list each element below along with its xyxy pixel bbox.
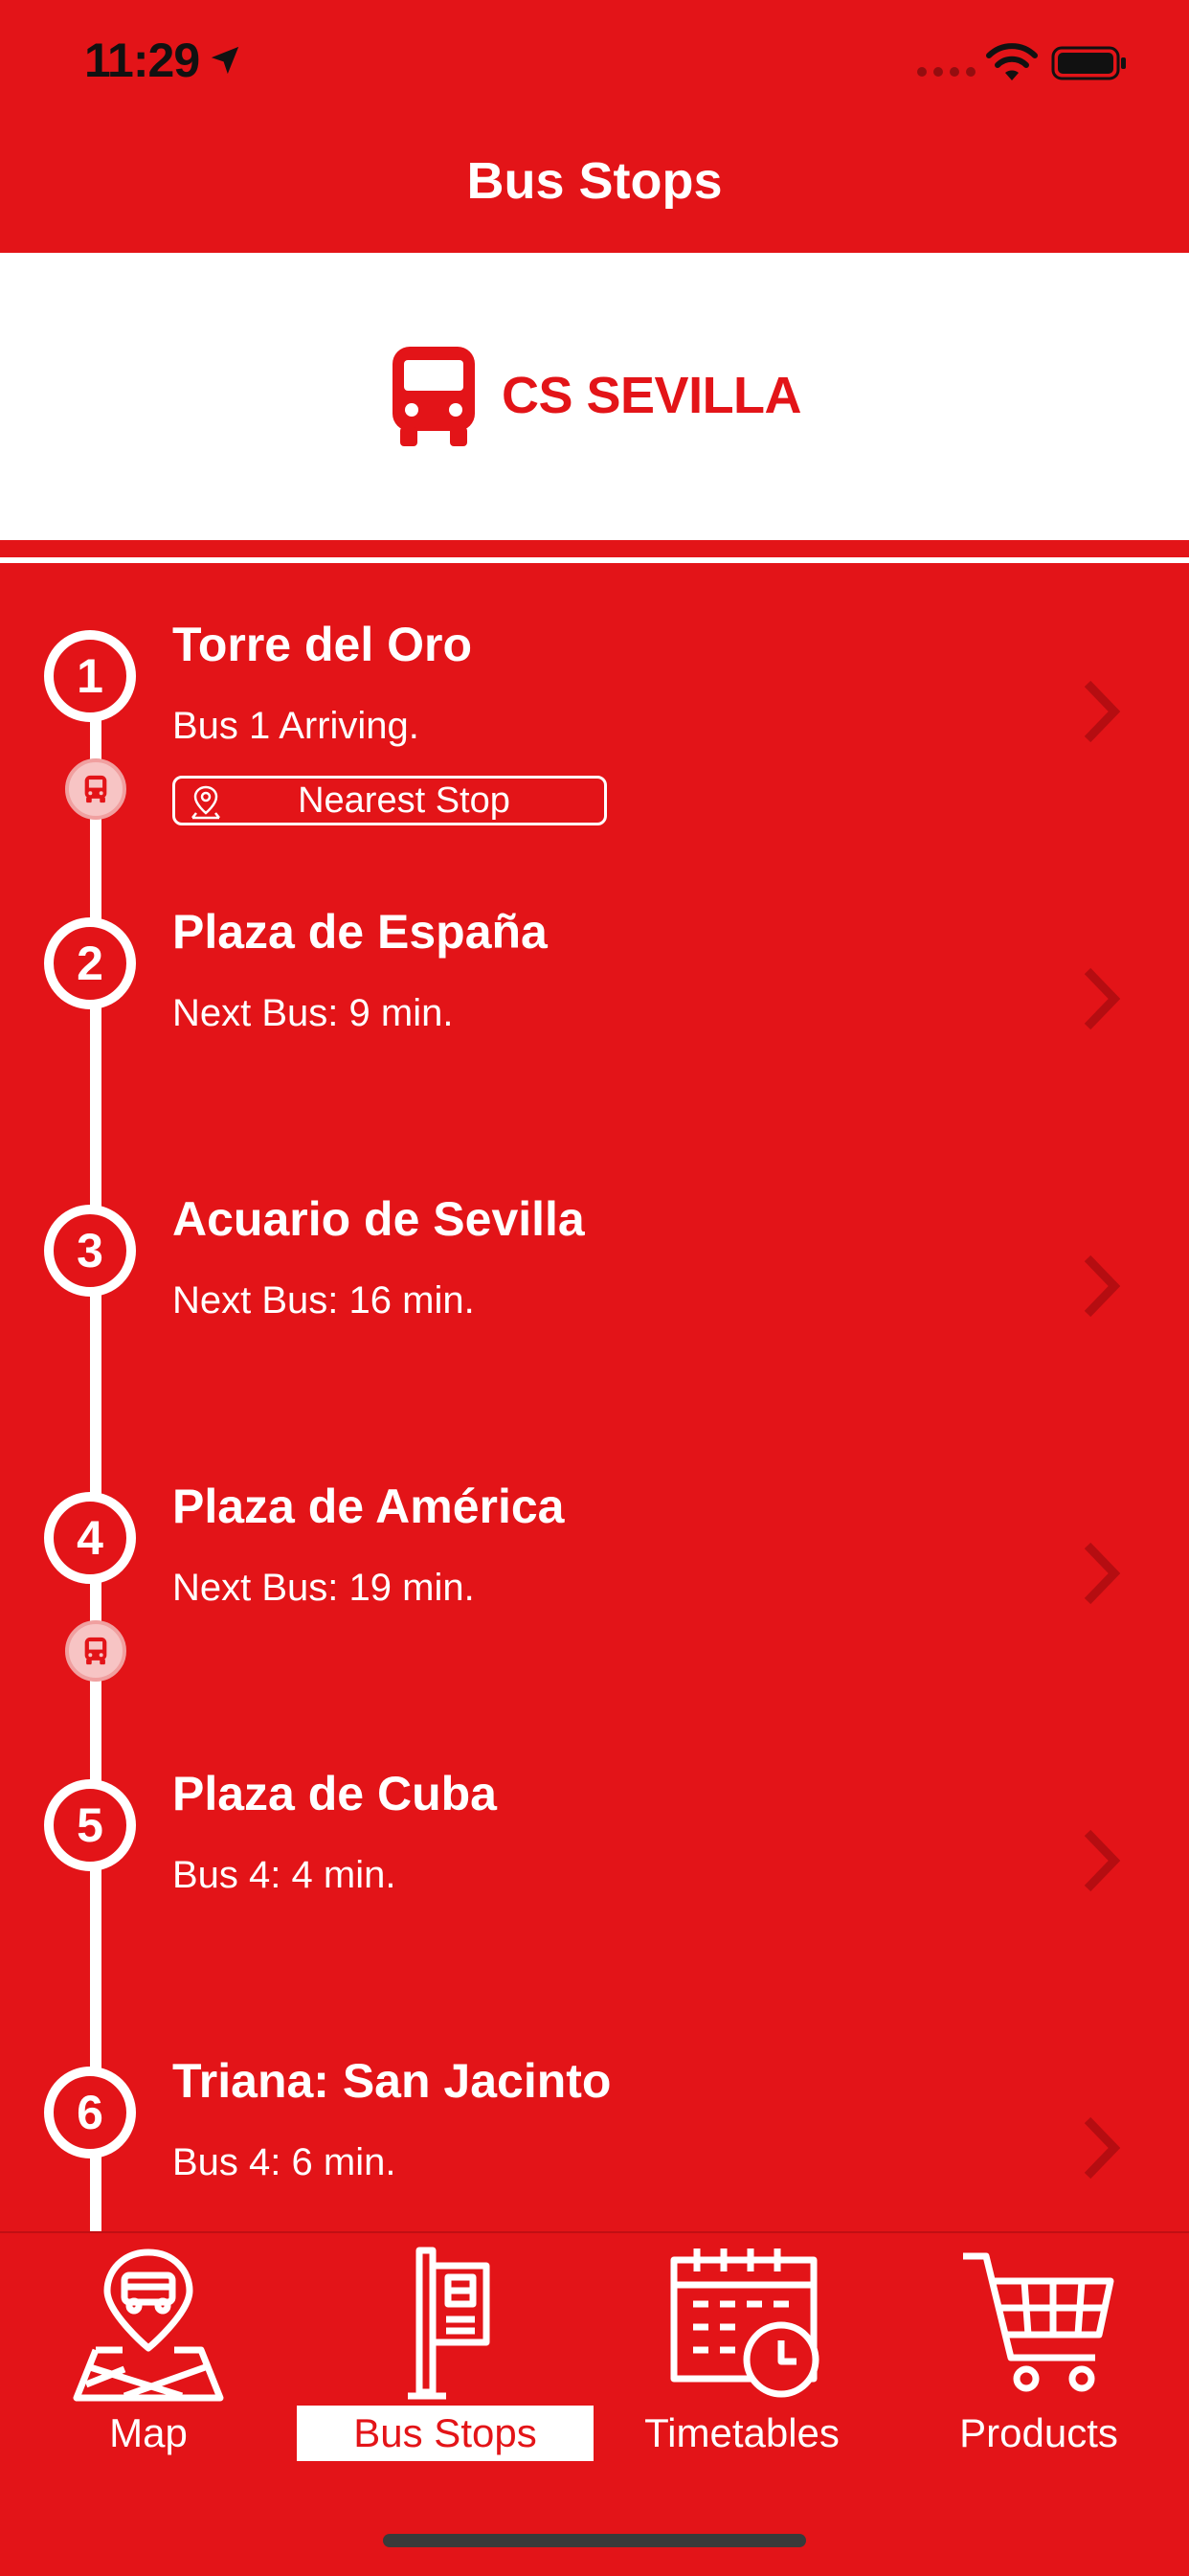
list-item[interactable]: 3 Acuario de Sevilla Next Bus: 16 min. <box>0 1149 1189 1436</box>
chevron-right-icon[interactable] <box>1080 2114 1122 2181</box>
page-title: Bus Stops <box>466 152 723 210</box>
chevron-right-icon[interactable] <box>1080 1540 1122 1607</box>
location-pin-icon <box>191 785 220 820</box>
list-item[interactable]: 2 Plaza de España Next Bus: 9 min. <box>0 862 1189 1149</box>
stop-number-badge: 1 <box>44 630 136 722</box>
tab-bar: Map Bus Stops Timetables Products <box>0 2231 1189 2576</box>
stop-number-badge: 3 <box>44 1205 136 1297</box>
nearest-stop-badge: Nearest Stop <box>172 776 607 825</box>
stop-status: Bus 1 Arriving. <box>172 705 419 747</box>
bus-position-icon <box>65 758 126 820</box>
stop-status: Bus 4: 6 min. <box>172 2141 396 2183</box>
stop-status: Next Bus: 9 min. <box>172 992 454 1034</box>
status-bar: 11:29 <box>0 0 1189 126</box>
stop-number-badge: 5 <box>44 1779 136 1871</box>
bus-icon <box>393 347 475 446</box>
tab-products[interactable]: Products <box>890 2233 1187 2463</box>
divider <box>0 557 1189 563</box>
list-item[interactable]: 1 Torre del Oro Bus 1 Arriving. Nearest … <box>0 575 1189 862</box>
tab-label: Bus Stops <box>297 2406 594 2461</box>
chevron-right-icon[interactable] <box>1080 1827 1122 1894</box>
location-arrow-icon <box>211 46 239 75</box>
stop-name: Torre del Oro <box>172 618 473 671</box>
tab-label: Products <box>959 2410 1118 2455</box>
stop-name: Triana: San Jacinto <box>172 2054 612 2108</box>
brand-name: CS SEVILLA <box>502 367 802 424</box>
chevron-right-icon[interactable] <box>1080 1253 1122 1320</box>
stop-name: Plaza de Cuba <box>172 1767 497 1820</box>
tab-label: Map <box>109 2410 188 2455</box>
status-time: 11:29 <box>84 34 200 87</box>
stop-number-badge: 2 <box>44 917 136 1009</box>
tab-label: Timetables <box>644 2410 840 2455</box>
stop-name: Plaza de América <box>172 1480 565 1533</box>
battery-icon <box>1051 46 1126 80</box>
chevron-right-icon[interactable] <box>1080 965 1122 1032</box>
stop-status: Next Bus: 19 min. <box>172 1567 475 1609</box>
wifi-icon <box>986 43 1038 80</box>
stop-number-badge: 6 <box>44 2067 136 2158</box>
stop-status: Next Bus: 16 min. <box>172 1279 475 1322</box>
nearest-stop-label: Nearest Stop <box>298 780 510 821</box>
stop-name: Acuario de Sevilla <box>172 1192 585 1246</box>
chevron-right-icon[interactable] <box>1080 678 1122 745</box>
bus-position-icon <box>65 1620 126 1682</box>
list-item[interactable]: 5 Plaza de Cuba Bus 4: 4 min. <box>0 1724 1189 2011</box>
stop-number-badge: 4 <box>44 1492 136 1584</box>
brand-logo: CS SEVILLA <box>387 343 802 448</box>
bus-stop-list[interactable]: 1 Torre del Oro Bus 1 Arriving. Nearest … <box>0 575 1189 2231</box>
tab-map[interactable]: Map <box>0 2233 297 2463</box>
home-indicator[interactable] <box>383 2534 806 2547</box>
tab-bus-stops[interactable]: Bus Stops <box>297 2233 594 2463</box>
stop-status: Bus 4: 4 min. <box>172 1854 396 1896</box>
stop-name: Plaza de España <box>172 905 548 959</box>
bus-stop-sign-icon <box>408 2247 490 2400</box>
list-item[interactable]: 4 Plaza de América Next Bus: 19 min. <box>0 1436 1189 1724</box>
brand-banner: CS SEVILLA <box>0 253 1189 540</box>
list-item[interactable]: 6 Triana: San Jacinto Bus 4: 6 min. <box>0 2011 1189 2231</box>
tab-timetables[interactable]: Timetables <box>594 2233 890 2463</box>
cellular-signal-icon <box>917 67 976 77</box>
shopping-cart-icon <box>963 2252 1114 2392</box>
map-bus-icon <box>73 2248 224 2402</box>
calendar-clock-icon <box>670 2248 819 2398</box>
